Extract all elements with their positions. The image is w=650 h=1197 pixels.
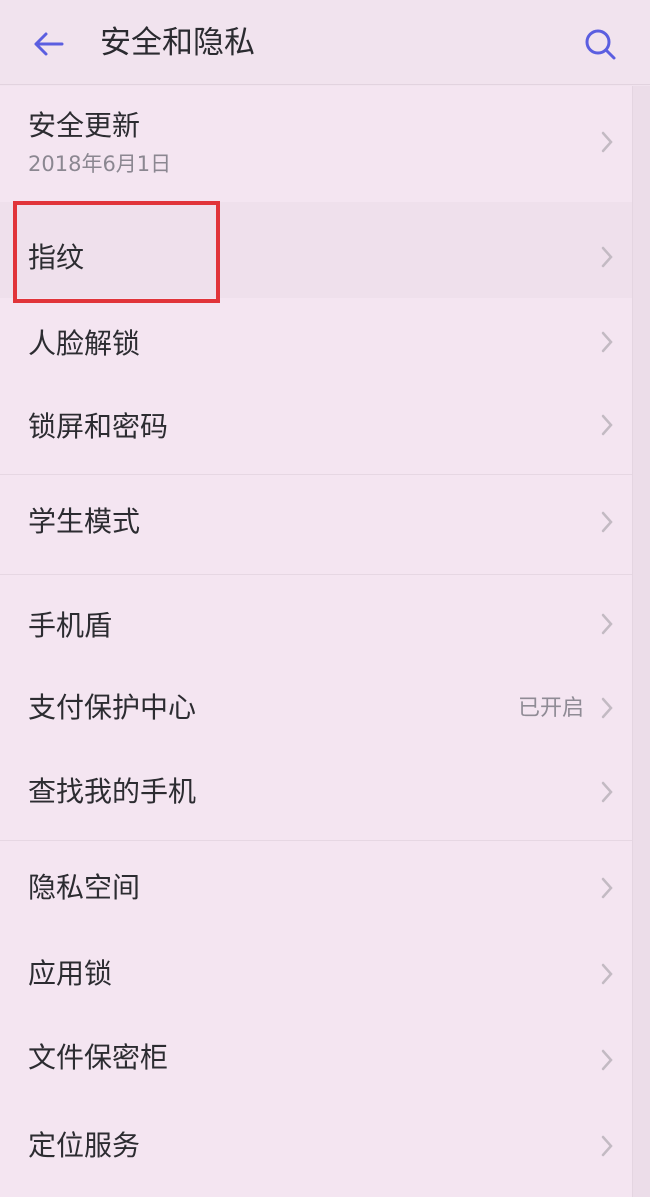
list-item-label: 锁屏和密码 [28,410,169,443]
list-item-label: 文件保密柜 [28,1041,169,1074]
divider [0,574,632,575]
search-button[interactable] [578,22,622,66]
chevron-right-icon [601,331,613,353]
list-item-label: 安全更新 [28,109,141,142]
list-item-label: 定位服务 [28,1129,141,1162]
search-icon [585,29,616,60]
list-item-app-lock[interactable]: 应用锁 [0,932,632,1018]
chevron-right-icon [601,781,613,803]
list-item-lock-screen[interactable]: 锁屏和密码 [0,384,632,470]
chevron-right-icon [601,697,613,719]
chevron-right-icon [601,963,613,985]
chevron-right-icon [601,1049,613,1071]
list-item-private-space[interactable]: 隐私空间 [0,846,632,932]
app-header: 安全和隐私 [0,0,650,85]
chevron-right-icon [601,511,613,533]
chevron-right-icon [601,246,613,268]
list-item-label: 学生模式 [28,505,141,538]
chevron-right-icon [601,414,613,436]
back-arrow-icon [34,32,64,56]
list-item-label: 应用锁 [28,957,113,990]
list-item-label: 隐私空间 [28,871,141,904]
divider [0,474,632,475]
list-item-file-safe[interactable]: 文件保密柜 [0,1018,632,1104]
list-item-find-my-phone[interactable]: 查找我的手机 [0,750,632,836]
list-item-security-update[interactable]: 安全更新 2018年6月1日 [0,86,632,198]
divider [0,840,632,841]
list-item-face-unlock[interactable]: 人脸解锁 [0,300,632,384]
list-item-phone-shield[interactable]: 手机盾 [0,580,632,666]
page-title: 安全和隐私 [100,25,255,61]
list-item-location-services[interactable]: 定位服务 [0,1104,632,1197]
list-item-subtitle: 2018年6月1日 [28,152,172,176]
back-button[interactable] [28,26,68,62]
list-item-label: 人脸解锁 [28,327,141,360]
chevron-right-icon [601,1135,613,1157]
status-value: 已开启 [517,696,584,721]
chevron-right-icon [601,131,613,153]
chevron-right-icon [601,877,613,899]
list-item-label: 支付保护中心 [28,691,197,724]
list-item-student-mode[interactable]: 学生模式 [0,476,632,572]
list-item-payment-protection[interactable]: 支付保护中心 已开启 [0,666,632,750]
highlight-box [13,201,220,303]
list-item-label: 查找我的手机 [28,775,197,808]
scroll-edge [632,86,650,1197]
list-item-label: 手机盾 [28,609,113,642]
chevron-right-icon [601,613,613,635]
